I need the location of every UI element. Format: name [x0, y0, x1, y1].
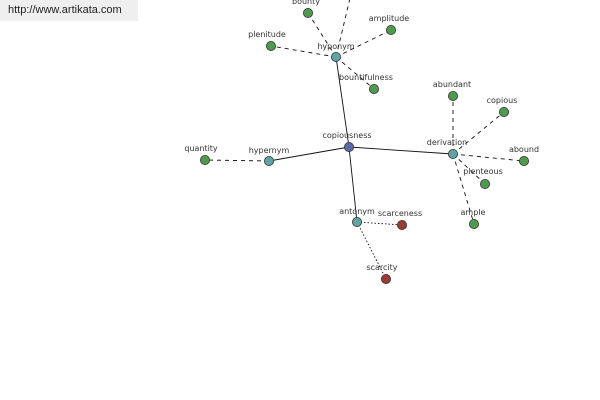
word-node-copious[interactable] — [498, 107, 509, 118]
semantic-graph: bounty amplitude plenitude bountifulness hyp… — [184, 0, 539, 284]
word-node-bounty[interactable] — [302, 7, 313, 18]
labels-layer: bounty amplitude plenitude bountifulness hyp… — [184, 0, 539, 272]
word-label-bountifulness: bountifulness — [339, 73, 393, 82]
word-node-bountifulness[interactable] — [368, 84, 379, 95]
relation-node-antonym[interactable] — [351, 216, 362, 227]
edge-derivation-abound — [452, 153, 525, 162]
word-node-quantity[interactable] — [199, 154, 210, 165]
word-label-plenteous: plenteous — [463, 167, 502, 176]
word-label-plenitude: plenitude — [248, 30, 286, 39]
center-node[interactable] — [343, 141, 354, 152]
word-label-abundant: abundant — [433, 80, 471, 89]
word-label-scarceness: scarceness — [378, 209, 422, 218]
word-node-scarcity[interactable] — [380, 273, 391, 284]
relation-node-hyponym[interactable] — [330, 52, 341, 63]
word-label-abound: abound — [509, 145, 539, 154]
center-label: copiousness — [322, 131, 371, 140]
word-label-ample: ample — [461, 208, 486, 217]
relation-label-derivation: derivation — [427, 138, 467, 147]
edge-derivation — [348, 146, 454, 155]
word-node-scarceness[interactable] — [396, 219, 407, 230]
edge-hypernym-quantity — [204, 159, 270, 162]
edge-derivation-copious — [452, 111, 505, 155]
relation-node-derivation[interactable] — [447, 148, 458, 159]
relation-label-hyponym: hyponym — [317, 42, 355, 51]
word-node-plenteous[interactable] — [479, 178, 490, 189]
edge-antonym-scarceness — [356, 221, 403, 226]
word-node-amplitude[interactable] — [385, 24, 396, 35]
word-node-abound[interactable] — [519, 155, 530, 166]
word-label-scarcity: scarcity — [366, 263, 397, 272]
word-node-abundant[interactable] — [447, 91, 458, 102]
relation-label-antonym: antonym — [339, 207, 375, 216]
word-label-amplitude: amplitude — [369, 14, 410, 23]
word-node-plenitude[interactable] — [265, 41, 276, 52]
relation-label-hypernym: hypernym — [249, 146, 290, 155]
relation-node-hypernym[interactable] — [263, 155, 274, 166]
word-node-ample[interactable] — [468, 218, 479, 229]
word-label-quantity: quantity — [184, 144, 218, 153]
word-label-copious: copious — [487, 96, 518, 105]
word-label-bounty: bounty — [292, 0, 320, 6]
